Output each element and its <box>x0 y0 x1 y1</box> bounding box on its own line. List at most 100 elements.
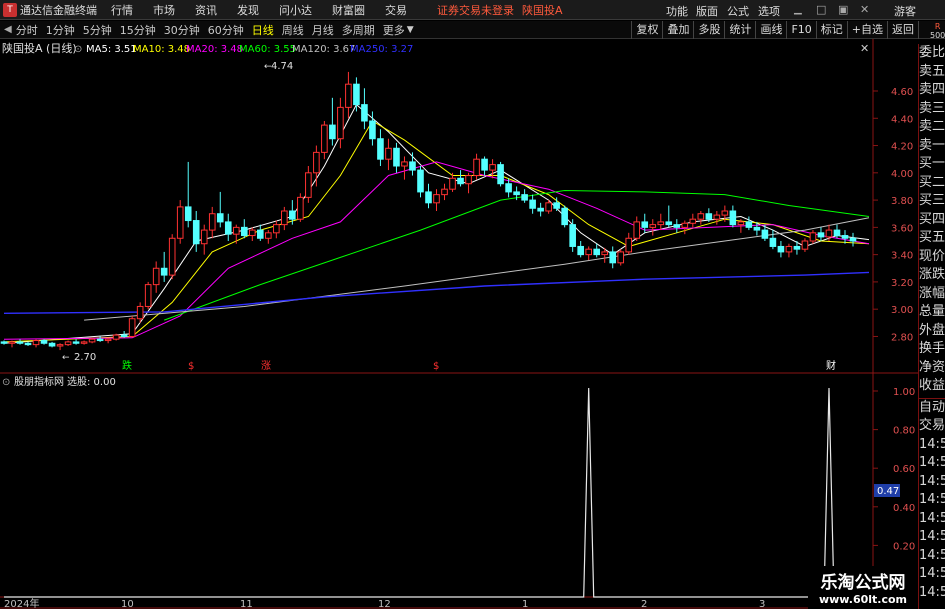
tool-zixuan[interactable]: +自选 <box>846 21 887 39</box>
period-30min[interactable]: 30分钟 <box>164 22 200 38</box>
candle-body <box>369 120 376 140</box>
candle-body <box>801 240 809 250</box>
candle-body <box>697 213 705 220</box>
candle-body <box>585 248 592 256</box>
ma250-label: MA250: 3.27 <box>350 44 413 55</box>
ma250-line <box>3 271 870 314</box>
menu-shichang[interactable]: 市场 <box>153 2 175 18</box>
restore-icon[interactable]: ▣ <box>838 3 848 16</box>
x-label-10: 10 <box>121 599 134 609</box>
sub-tick-label: 0.20 <box>893 541 915 552</box>
tool-duogu[interactable]: 多股 <box>693 21 724 39</box>
candle-body <box>329 124 336 140</box>
candle-body <box>56 344 64 347</box>
candle-body <box>152 267 160 286</box>
candle-body <box>465 175 472 185</box>
candle-body <box>545 202 552 212</box>
marker-dollar-2[interactable]: $ <box>433 361 439 372</box>
candle-body <box>473 158 480 177</box>
trade-login-warning[interactable]: 证券交易未登录 <box>437 2 514 18</box>
period-fenshi[interactable]: 分时 <box>16 22 38 38</box>
menu-jiaoyi[interactable]: 交易 <box>385 2 407 18</box>
candle-body <box>737 221 745 226</box>
menu-faxian[interactable]: 发现 <box>237 2 259 18</box>
marker-die[interactable]: 跌 <box>122 359 132 372</box>
chart-close-icon[interactable]: ✕ <box>860 42 869 55</box>
candle-body <box>224 221 232 235</box>
candle-body <box>449 177 456 190</box>
candle-body <box>401 161 408 167</box>
period-daily[interactable]: 日线 <box>252 22 274 38</box>
tool-huaxian[interactable]: 画线 <box>755 21 786 39</box>
tick-time: 14:56 <box>919 492 945 507</box>
label-trade[interactable]: 交易 <box>919 417 945 436</box>
candle-body <box>393 147 400 167</box>
title-bar: T 通达信金融终端 行情 市场 资讯 发现 问小达 财富圈 交易 证券交易未登录… <box>0 0 945 20</box>
period-60min[interactable]: 60分钟 <box>208 22 244 38</box>
kline-chart[interactable]: 陕国投A (日线) ⊙ MA5: 3.51 MA10: 3.48 MA20: 3… <box>0 39 918 609</box>
period-5min[interactable]: 5分钟 <box>83 22 112 38</box>
candle-body <box>361 104 368 122</box>
candle-body <box>825 229 833 238</box>
candle-body <box>128 318 136 337</box>
candle-body <box>273 224 280 234</box>
minimize-icon[interactable]: ▁ <box>794 4 802 15</box>
candle-body <box>521 194 528 201</box>
price-tick-label: 4.20 <box>891 142 913 153</box>
candle-body <box>713 214 721 220</box>
period-more[interactable]: 更多 <box>383 22 405 38</box>
period-toolbar: ◀ 分时 1分钟 5分钟 15分钟 30分钟 60分钟 日线 周线 月线 多周期… <box>0 21 945 39</box>
current-value-label: 0.47 <box>877 486 899 497</box>
menu-wenxiaoda[interactable]: 问小达 <box>279 2 312 18</box>
marker-dollar-1[interactable]: $ <box>188 361 194 372</box>
maximize-icon[interactable]: □ <box>816 3 826 16</box>
period-15min[interactable]: 15分钟 <box>120 22 156 38</box>
candle-body <box>112 334 120 340</box>
sub-tick-label: 0.60 <box>893 464 915 475</box>
candle-body <box>513 191 520 196</box>
menu-gongneng[interactable]: 功能 <box>666 3 688 19</box>
corner-r500[interactable]: R 500 <box>930 22 945 40</box>
menu-gongshi[interactable]: 公式 <box>727 3 749 19</box>
tool-fanhui[interactable]: 返回 <box>887 21 918 39</box>
candle-body <box>72 341 80 344</box>
sub-chart-icon[interactable]: ⊙ <box>2 377 10 388</box>
tool-fuquan[interactable]: 复权 <box>631 21 662 39</box>
marker-zhang[interactable]: 涨 <box>261 360 271 372</box>
period-left-arrow-icon[interactable]: ◀ <box>4 24 12 35</box>
candle-body <box>649 224 657 228</box>
label-auto[interactable]: 自动 <box>919 399 945 418</box>
tool-diejia[interactable]: 叠加 <box>662 21 693 39</box>
period-monthly[interactable]: 月线 <box>312 22 334 38</box>
menu-zixun[interactable]: 资讯 <box>195 2 217 18</box>
candle-body <box>793 245 801 250</box>
menu-hangqing[interactable]: 行情 <box>111 2 133 18</box>
tool-f10[interactable]: F10 <box>786 21 815 39</box>
marker-cai[interactable]: 财 <box>826 359 836 372</box>
label-buy2: 买二 <box>919 174 945 190</box>
candle-body <box>425 191 432 204</box>
menu-caifuquan[interactable]: 财富圈 <box>332 2 365 18</box>
label-buy4: 买四 <box>919 211 945 227</box>
menu-xuanxiang[interactable]: 选项 <box>758 3 780 19</box>
period-weekly[interactable]: 周线 <box>282 22 304 38</box>
more-dropdown-icon[interactable]: ▼ <box>407 25 414 35</box>
label-weibi: 委比 <box>919 45 945 60</box>
period-1min[interactable]: 1分钟 <box>46 22 75 38</box>
tick-time: 14:56 <box>919 584 945 600</box>
guest-user[interactable]: 游客 <box>894 3 916 19</box>
candle-body <box>641 221 649 228</box>
tool-biaoji[interactable]: 标记 <box>815 21 847 39</box>
ma120-label: MA120: 3.67 <box>292 44 355 55</box>
candle-body <box>849 237 857 242</box>
label-buy5: 买五 <box>919 230 945 245</box>
candle-body <box>721 210 729 216</box>
candle-body <box>729 210 737 226</box>
close-icon[interactable]: ✕ <box>860 3 869 16</box>
label-sell4: 卖四 <box>919 82 945 97</box>
menu-banmian[interactable]: 版面 <box>696 3 718 19</box>
chart-settings-icon[interactable]: ⊙ <box>74 44 82 55</box>
period-multi[interactable]: 多周期 <box>342 22 375 38</box>
signal-polyline <box>4 387 853 598</box>
tool-tongji[interactable]: 统计 <box>724 21 755 39</box>
